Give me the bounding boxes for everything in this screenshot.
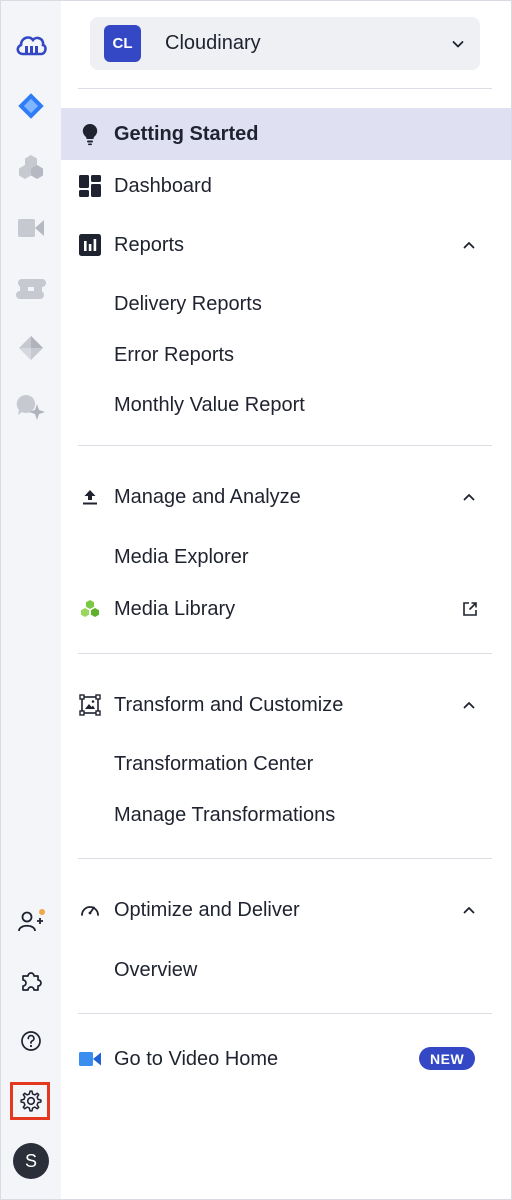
nav-overview-label: Overview: [114, 958, 198, 981]
settings-highlight-box: [10, 1082, 50, 1120]
nav-section-reports[interactable]: Reports: [61, 222, 511, 268]
divider: [78, 1013, 492, 1014]
divider: [78, 88, 492, 89]
chevron-down-icon: [452, 40, 464, 47]
account-initials-badge: CL: [104, 25, 141, 62]
divider: [78, 653, 492, 654]
divider: [78, 858, 492, 859]
nav-go-to-video-home[interactable]: Go to Video Home NEW: [61, 1036, 511, 1082]
invite-user-icon[interactable]: [1, 901, 61, 941]
external-link-icon[interactable]: [461, 600, 479, 618]
new-badge: NEW: [419, 1047, 476, 1070]
nav-video-home-label: Go to Video Home: [114, 1047, 279, 1070]
chevron-up-icon[interactable]: [460, 236, 478, 254]
media-library-hexagons-icon: [78, 597, 102, 621]
video-camera-icon[interactable]: [1, 208, 61, 248]
puzzle-icon[interactable]: [1, 961, 61, 1001]
nav-delivery-reports[interactable]: Delivery Reports: [61, 281, 511, 327]
navigation-panel: CL Cloudinary Getting Started Dashboard …: [61, 1, 511, 1199]
nav-monthly-value-report-label: Monthly Value Report: [114, 393, 305, 416]
transform-frame-icon: [78, 693, 102, 717]
chat-sparkle-icon[interactable]: [1, 387, 61, 427]
help-icon[interactable]: [1, 1021, 61, 1061]
nav-getting-started-label: Getting Started: [114, 122, 259, 145]
nav-dashboard-label: Dashboard: [114, 174, 212, 197]
nav-media-library-label: Media Library: [114, 597, 236, 620]
upload-icon: [78, 485, 102, 509]
account-name: Cloudinary: [165, 32, 261, 54]
nav-transformation-center[interactable]: Transformation Center: [61, 741, 511, 787]
avatar[interactable]: S: [1, 1141, 61, 1181]
divider: [78, 445, 492, 446]
nav-transform-label: Transform and Customize: [114, 693, 344, 716]
nav-error-reports-label: Error Reports: [114, 343, 235, 366]
nav-delivery-reports-label: Delivery Reports: [114, 292, 262, 315]
nav-manage-label: Manage and Analyze: [114, 485, 301, 508]
speedometer-icon: [78, 898, 102, 922]
nav-media-explorer-label: Media Explorer: [114, 545, 249, 568]
video-camera-icon: [78, 1047, 102, 1071]
assets-diamond-icon[interactable]: [1, 86, 61, 126]
cube-icon[interactable]: [1, 328, 61, 368]
bar-chart-icon: [78, 233, 102, 257]
nav-optimize-label: Optimize and Deliver: [114, 898, 300, 921]
dashboard-icon: [78, 174, 102, 198]
nav-media-explorer[interactable]: Media Explorer: [61, 534, 511, 580]
nav-error-reports[interactable]: Error Reports: [61, 332, 511, 378]
nav-manage-transformations-label: Manage Transformations: [114, 803, 336, 826]
hexagons-icon[interactable]: [1, 147, 61, 187]
nav-reports-label: Reports: [114, 233, 185, 256]
nav-section-manage-analyze[interactable]: Manage and Analyze: [61, 474, 511, 520]
nav-section-optimize-deliver[interactable]: Optimize and Deliver: [61, 887, 511, 933]
nav-transformation-center-label: Transformation Center: [114, 752, 314, 775]
nav-manage-transformations[interactable]: Manage Transformations: [61, 792, 511, 838]
settings-icon[interactable]: [1, 1081, 61, 1121]
account-switcher[interactable]: CL Cloudinary: [90, 17, 480, 70]
avatar-initial: S: [13, 1143, 49, 1179]
nav-section-transform-customize[interactable]: Transform and Customize: [61, 682, 511, 728]
nav-media-library[interactable]: Media Library: [61, 586, 511, 632]
chevron-up-icon[interactable]: [460, 696, 478, 714]
product-rail: S: [1, 1, 61, 1199]
s-shape-icon[interactable]: [1, 269, 61, 309]
cloudinary-logo-icon[interactable]: [1, 25, 61, 65]
chevron-up-icon[interactable]: [460, 488, 478, 506]
nav-getting-started[interactable]: Getting Started: [61, 108, 511, 160]
nav-monthly-value-report[interactable]: Monthly Value Report: [61, 382, 511, 428]
lightbulb-icon: [78, 122, 102, 146]
chevron-up-icon[interactable]: [460, 901, 478, 919]
nav-overview[interactable]: Overview: [61, 947, 511, 993]
nav-dashboard[interactable]: Dashboard: [61, 163, 511, 209]
